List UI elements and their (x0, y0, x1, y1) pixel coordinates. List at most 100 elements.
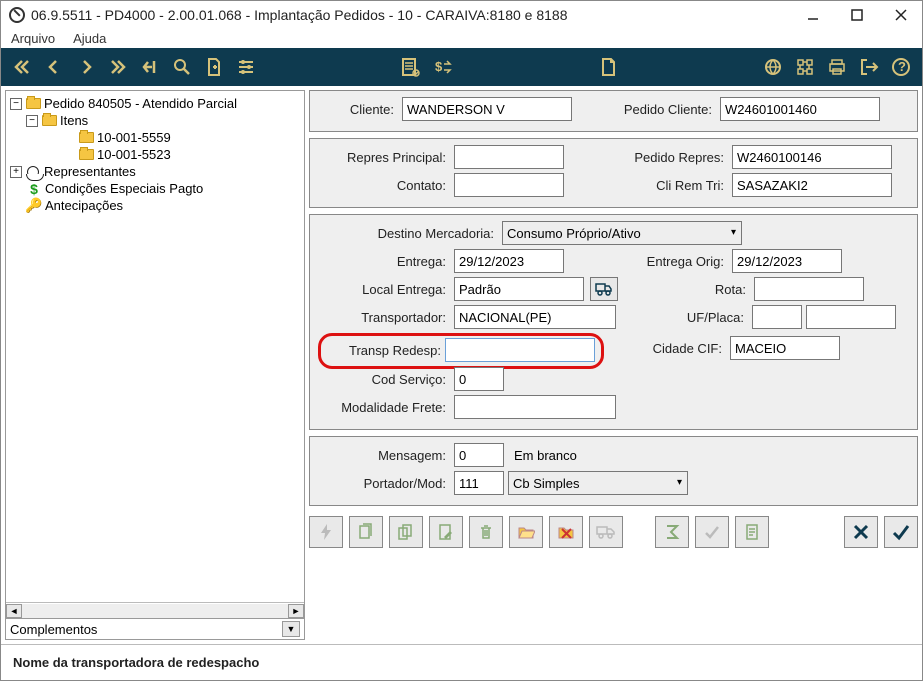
nav-first-button[interactable] (7, 52, 37, 82)
cod-servico-field[interactable] (454, 367, 504, 391)
document-button[interactable] (593, 52, 623, 82)
menu-arquivo[interactable]: Arquivo (11, 31, 55, 46)
truck-button[interactable] (590, 277, 618, 301)
tree-collapse-pedido[interactable]: − (10, 98, 22, 110)
tree-node-item1[interactable]: 10-001-5559 (97, 130, 171, 145)
check-action-button[interactable] (695, 516, 729, 548)
folder-icon (78, 148, 94, 162)
pedido-repres-label: Pedido Repres: (568, 150, 728, 165)
money-action-button[interactable]: $ (428, 52, 458, 82)
app-icon (9, 7, 25, 23)
print-button[interactable] (822, 52, 852, 82)
folder-icon (41, 114, 57, 128)
nav-last-button[interactable] (103, 52, 133, 82)
transportador-label: Transportador: (318, 310, 450, 325)
pedido-repres-field[interactable] (732, 145, 892, 169)
local-entrega-field[interactable] (454, 277, 584, 301)
scroll-right-button[interactable]: ► (288, 604, 304, 618)
scroll-left-button[interactable]: ◄ (6, 604, 22, 618)
tree-node-antec[interactable]: Antecipações (45, 198, 123, 213)
cidade-cif-field[interactable] (730, 336, 840, 360)
sum-button[interactable] (655, 516, 689, 548)
placa-field[interactable] (806, 305, 896, 329)
tree-node-pedido[interactable]: Pedido 840505 - Atendido Parcial (44, 96, 237, 111)
tree-expand-representantes[interactable]: + (10, 166, 22, 178)
nav-next-button[interactable] (71, 52, 101, 82)
cidade-cif-label: Cidade CIF: (608, 341, 726, 356)
group-cliente: Cliente: Pedido Cliente: (309, 90, 918, 132)
local-entrega-label: Local Entrega: (318, 282, 450, 297)
portador-field[interactable] (454, 471, 504, 495)
transp-redesp-label: Transp Redesp: (327, 343, 445, 358)
truck-action-button[interactable] (589, 516, 623, 548)
cliente-field[interactable] (402, 97, 572, 121)
tree-node-itens[interactable]: Itens (60, 113, 88, 128)
group-repres: Repres Principal: Pedido Repres: Contato… (309, 138, 918, 208)
transportador-field[interactable] (454, 305, 616, 329)
group-destino: Destino Mercadoria: ▾ Entrega: Entrega O… (309, 214, 918, 430)
transp-redesp-field[interactable] (445, 338, 595, 362)
list-action-button[interactable] (396, 52, 426, 82)
copy1-button[interactable] (349, 516, 383, 548)
copy2-button[interactable] (389, 516, 423, 548)
status-text: Nome da transportadora de redespacho (13, 655, 259, 670)
destino-select[interactable] (502, 221, 742, 245)
settings-button[interactable] (231, 52, 261, 82)
mensagem-field[interactable] (454, 443, 504, 467)
tree[interactable]: − Pedido 840505 - Atendido Parcial − Ite… (6, 91, 304, 602)
uf-placa-label: UF/Placa: (620, 310, 748, 325)
mensagem-label: Mensagem: (318, 448, 450, 463)
destino-label: Destino Mercadoria: (318, 226, 498, 241)
form-action-row (309, 512, 918, 556)
tree-panel: − Pedido 840505 - Atendido Parcial − Ite… (5, 90, 305, 640)
cod-servico-label: Cod Serviço: (318, 372, 450, 387)
modalidade-frete-field[interactable] (454, 395, 616, 419)
key-icon: 🔑 (26, 199, 42, 213)
menubar: Arquivo Ajuda (1, 29, 922, 48)
delete-button[interactable] (469, 516, 503, 548)
contato-field[interactable] (454, 173, 564, 197)
uf-field[interactable] (752, 305, 802, 329)
entrega-orig-field[interactable] (732, 249, 842, 273)
pedido-cliente-field[interactable] (720, 97, 880, 121)
minimize-button[interactable] (800, 5, 826, 25)
repres-principal-field[interactable] (454, 145, 564, 169)
tree-node-cond[interactable]: Condições Especiais Pagto (45, 181, 203, 196)
tree-node-representantes[interactable]: Representantes (44, 164, 136, 179)
entrega-orig-label: Entrega Orig: (568, 254, 728, 269)
confirm-button[interactable] (884, 516, 918, 548)
menu-ajuda[interactable]: Ajuda (73, 31, 106, 46)
globe-button[interactable] (758, 52, 788, 82)
new-doc-button[interactable] (199, 52, 229, 82)
cancel-button[interactable] (844, 516, 878, 548)
tree-collapse-itens[interactable]: − (26, 115, 38, 127)
entrega-field[interactable] (454, 249, 564, 273)
exit-button[interactable] (854, 52, 884, 82)
relations-button[interactable] (790, 52, 820, 82)
folder-cancel-button[interactable] (549, 516, 583, 548)
svg-text:?: ? (898, 59, 906, 74)
tree-hscrollbar[interactable]: ◄ ► (6, 602, 304, 618)
cliente-label: Cliente: (318, 102, 398, 117)
open-folder-button[interactable] (509, 516, 543, 548)
close-button[interactable] (888, 5, 914, 25)
goto-button[interactable] (135, 52, 165, 82)
cli-rem-tri-field[interactable] (732, 173, 892, 197)
complementos-dropdown-button[interactable]: ▼ (282, 621, 300, 637)
tree-node-item2[interactable]: 10-001-5523 (97, 147, 171, 162)
toolbar: $ ? (1, 48, 922, 86)
rota-field[interactable] (754, 277, 864, 301)
help-button[interactable]: ? (886, 52, 916, 82)
edit-doc-button[interactable] (429, 516, 463, 548)
bolt-button[interactable] (309, 516, 343, 548)
modalidade-frete-label: Modalidade Frete: (318, 400, 450, 415)
doc-action-button[interactable] (735, 516, 769, 548)
search-button[interactable] (167, 52, 197, 82)
complementos-row[interactable]: Complementos ▼ (6, 618, 304, 639)
statusbar: Nome da transportadora de redespacho (1, 644, 922, 680)
portador-mod-select[interactable] (508, 471, 688, 495)
maximize-button[interactable] (844, 5, 870, 25)
nav-prev-button[interactable] (39, 52, 69, 82)
person-icon (25, 165, 41, 179)
highlight-transp-redesp: Transp Redesp: (318, 333, 604, 369)
